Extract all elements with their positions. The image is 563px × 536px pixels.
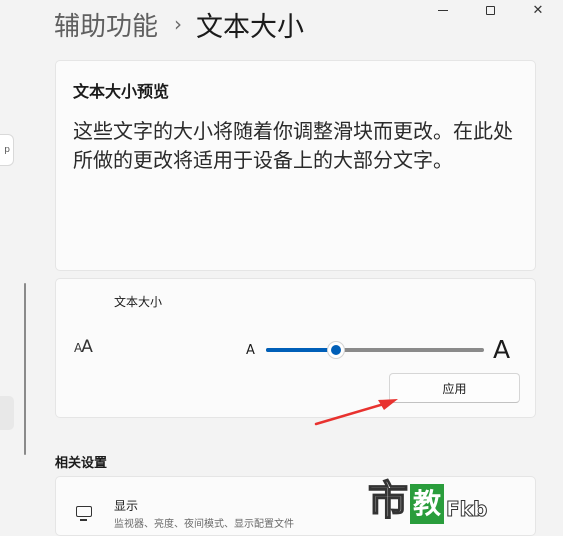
text-size-icon: AA <box>74 337 93 357</box>
page-title: 文本大小 <box>196 11 305 43</box>
breadcrumb: 辅助功能 › 文本大小 <box>54 4 304 44</box>
slider-max-label: A <box>493 335 511 364</box>
close-button[interactable]: ✕ <box>518 0 558 20</box>
slider-min-label: A <box>246 343 255 358</box>
slider-thumb-dot <box>331 345 341 355</box>
annotation-arrow <box>314 399 398 426</box>
close-icon: ✕ <box>532 2 544 18</box>
text-size-label: 文本大小 <box>114 295 163 309</box>
breadcrumb-parent[interactable]: 辅助功能 <box>54 6 158 43</box>
text-size-slider[interactable] <box>266 341 484 359</box>
watermark-part3: Fkb <box>446 497 488 522</box>
breadcrumb-chevron-icon: › <box>174 12 183 36</box>
display-item-title: 显示 <box>114 499 139 513</box>
text-size-card: 文本大小 AA A A 应用 <box>55 278 536 418</box>
watermark-part1: 市 <box>367 477 409 525</box>
apply-button[interactable]: 应用 <box>389 373 520 403</box>
sidebar-scrollbar[interactable] <box>24 283 26 455</box>
sidebar-fragment-glyph: p <box>4 145 10 155</box>
slider-thumb[interactable] <box>327 341 345 359</box>
slider-fill <box>266 348 336 352</box>
maximize-icon <box>485 5 495 15</box>
preview-text: 这些文字的大小将随着你调整滑块而更改。在此处所做的更改将适用于设备上的大部分文字… <box>73 119 513 172</box>
watermark: 市 教 Fkb <box>367 477 488 525</box>
related-settings-heading: 相关设置 <box>55 456 108 471</box>
watermark-part2: 教 <box>410 484 445 524</box>
sidebar-selected-item-fragment[interactable] <box>0 396 14 430</box>
text-size-icon-glyph-large: A <box>81 337 93 357</box>
text-size-preview-card: 文本大小预览 这些文字的大小将随着你调整滑块而更改。在此处所做的更改将适用于设备… <box>55 60 536 271</box>
preview-title: 文本大小预览 <box>73 82 170 101</box>
maximize-button[interactable] <box>470 0 510 20</box>
monitor-icon <box>76 506 92 521</box>
minimize-icon <box>438 9 448 11</box>
sidebar-search-fragment[interactable]: p <box>0 134 14 166</box>
minimize-button[interactable] <box>423 0 463 20</box>
window-right-edge <box>554 0 563 524</box>
display-item-subtitle: 监视器、亮度、夜间模式、显示配置文件 <box>114 519 294 530</box>
